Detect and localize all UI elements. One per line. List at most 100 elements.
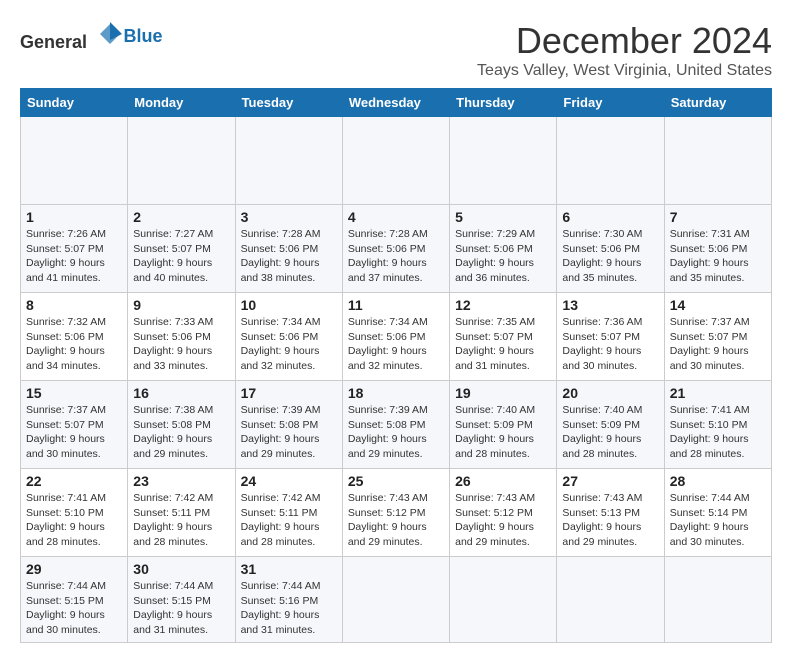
- header-monday: Monday: [128, 89, 235, 117]
- day-number: 3: [241, 209, 337, 225]
- day-number: 17: [241, 385, 337, 401]
- day-info: Sunrise: 7:27 AMSunset: 5:07 PMDaylight:…: [133, 227, 229, 286]
- day-number: 30: [133, 561, 229, 577]
- day-number: 11: [348, 297, 444, 313]
- day-info: Sunrise: 7:29 AMSunset: 5:06 PMDaylight:…: [455, 227, 551, 286]
- day-info: Sunrise: 7:44 AMSunset: 5:14 PMDaylight:…: [670, 491, 766, 550]
- day-number: 2: [133, 209, 229, 225]
- day-number: 18: [348, 385, 444, 401]
- location-title: Teays Valley, West Virginia, United Stat…: [477, 62, 772, 80]
- day-info: Sunrise: 7:44 AMSunset: 5:15 PMDaylight:…: [133, 579, 229, 638]
- header-tuesday: Tuesday: [235, 89, 342, 117]
- calendar-cell: 20 Sunrise: 7:40 AMSunset: 5:09 PMDayligh…: [557, 381, 664, 469]
- day-number: 4: [348, 209, 444, 225]
- day-number: 13: [562, 297, 658, 313]
- day-info: Sunrise: 7:41 AMSunset: 5:10 PMDaylight:…: [670, 403, 766, 462]
- day-number: 29: [26, 561, 122, 577]
- day-info: Sunrise: 7:38 AMSunset: 5:08 PMDaylight:…: [133, 403, 229, 462]
- calendar-cell: 26Sunrise: 7:43 AMSunset: 5:12 PMDayligh…: [450, 469, 557, 557]
- day-info: Sunrise: 7:35 AMSunset: 5:07 PMDaylight:…: [455, 315, 551, 374]
- calendar-cell: 22 Sunrise: 7:41 AMSunset: 5:10 PMDayligh…: [21, 469, 128, 557]
- calendar-cell: 17 Sunrise: 7:39 AMSunset: 5:08 PMDayligh…: [235, 381, 342, 469]
- day-number: 31: [241, 561, 337, 577]
- calendar-cell: 30 Sunrise: 7:44 AMSunset: 5:15 PMDayligh…: [128, 557, 235, 643]
- day-number: 9: [133, 297, 229, 313]
- day-info: Sunrise: 7:41 AMSunset: 5:10 PMDaylight:…: [26, 491, 122, 550]
- calendar-week-row: 8 Sunrise: 7:32 AMSunset: 5:06 PMDaylight…: [21, 293, 772, 381]
- day-info: Sunrise: 7:40 AMSunset: 5:09 PMDaylight:…: [562, 403, 658, 462]
- day-info: Sunrise: 7:42 AMSunset: 5:11 PMDaylight:…: [241, 491, 337, 550]
- calendar-cell: [450, 117, 557, 205]
- day-info: Sunrise: 7:26 AMSunset: 5:07 PMDaylight:…: [26, 227, 122, 286]
- day-number: 20: [562, 385, 658, 401]
- day-number: 1: [26, 209, 122, 225]
- calendar-cell: [342, 117, 449, 205]
- day-number: 23: [133, 473, 229, 489]
- day-number: 25: [348, 473, 444, 489]
- month-title: December 2024: [477, 20, 772, 62]
- calendar-cell: 29Sunrise: 7:44 AMSunset: 5:15 PMDayligh…: [21, 557, 128, 643]
- day-number: 5: [455, 209, 551, 225]
- calendar-cell: 15 Sunrise: 7:37 AMSunset: 5:07 PMDayligh…: [21, 381, 128, 469]
- calendar-header-row: SundayMondayTuesdayWednesdayThursdayFrid…: [21, 89, 772, 117]
- header-sunday: Sunday: [21, 89, 128, 117]
- day-number: 22: [26, 473, 122, 489]
- day-info: Sunrise: 7:43 AMSunset: 5:12 PMDaylight:…: [455, 491, 551, 550]
- day-info: Sunrise: 7:37 AMSunset: 5:07 PMDaylight:…: [670, 315, 766, 374]
- day-number: 15: [26, 385, 122, 401]
- day-number: 28: [670, 473, 766, 489]
- header-thursday: Thursday: [450, 89, 557, 117]
- calendar-table: SundayMondayTuesdayWednesdayThursdayFrid…: [20, 88, 772, 643]
- day-info: Sunrise: 7:30 AMSunset: 5:06 PMDaylight:…: [562, 227, 658, 286]
- calendar-cell: 25 Sunrise: 7:43 AMSunset: 5:12 PMDayligh…: [342, 469, 449, 557]
- calendar-cell: 13Sunrise: 7:36 AMSunset: 5:07 PMDayligh…: [557, 293, 664, 381]
- day-number: 8: [26, 297, 122, 313]
- calendar-cell: 6Sunrise: 7:30 AMSunset: 5:06 PMDaylight…: [557, 205, 664, 293]
- day-number: 10: [241, 297, 337, 313]
- day-info: Sunrise: 7:42 AMSunset: 5:11 PMDaylight:…: [133, 491, 229, 550]
- calendar-cell: 2 Sunrise: 7:27 AMSunset: 5:07 PMDaylight…: [128, 205, 235, 293]
- calendar-week-row: 22 Sunrise: 7:41 AMSunset: 5:10 PMDayligh…: [21, 469, 772, 557]
- page-header: General Blue December 2024 Teays Valley,…: [20, 20, 772, 80]
- calendar-cell: [21, 117, 128, 205]
- day-number: 14: [670, 297, 766, 313]
- calendar-cell: 10Sunrise: 7:34 AMSunset: 5:06 PMDayligh…: [235, 293, 342, 381]
- calendar-cell: 21 Sunrise: 7:41 AMSunset: 5:10 PMDayligh…: [664, 381, 771, 469]
- calendar-cell: 5 Sunrise: 7:29 AMSunset: 5:06 PMDaylight…: [450, 205, 557, 293]
- calendar-week-row: [21, 117, 772, 205]
- calendar-cell: 18Sunrise: 7:39 AMSunset: 5:08 PMDayligh…: [342, 381, 449, 469]
- logo-general: General: [20, 32, 87, 52]
- calendar-cell: 3Sunrise: 7:28 AMSunset: 5:06 PMDaylight…: [235, 205, 342, 293]
- day-number: 7: [670, 209, 766, 225]
- calendar-week-row: 1 Sunrise: 7:26 AMSunset: 5:07 PMDaylight…: [21, 205, 772, 293]
- calendar-cell: 14 Sunrise: 7:37 AMSunset: 5:07 PMDayligh…: [664, 293, 771, 381]
- day-info: Sunrise: 7:43 AMSunset: 5:13 PMDaylight:…: [562, 491, 658, 550]
- day-number: 16: [133, 385, 229, 401]
- calendar-cell: 19Sunrise: 7:40 AMSunset: 5:09 PMDayligh…: [450, 381, 557, 469]
- day-info: Sunrise: 7:39 AMSunset: 5:08 PMDaylight:…: [241, 403, 337, 462]
- calendar-cell: 7 Sunrise: 7:31 AMSunset: 5:06 PMDaylight…: [664, 205, 771, 293]
- day-number: 21: [670, 385, 766, 401]
- day-info: Sunrise: 7:44 AMSunset: 5:16 PMDaylight:…: [241, 579, 337, 638]
- calendar-cell: [664, 557, 771, 643]
- calendar-cell: 12Sunrise: 7:35 AMSunset: 5:07 PMDayligh…: [450, 293, 557, 381]
- calendar-cell: 8 Sunrise: 7:32 AMSunset: 5:06 PMDaylight…: [21, 293, 128, 381]
- day-info: Sunrise: 7:43 AMSunset: 5:12 PMDaylight:…: [348, 491, 444, 550]
- calendar-cell: 27Sunrise: 7:43 AMSunset: 5:13 PMDayligh…: [557, 469, 664, 557]
- day-info: Sunrise: 7:32 AMSunset: 5:06 PMDaylight:…: [26, 315, 122, 374]
- header-wednesday: Wednesday: [342, 89, 449, 117]
- calendar-cell: 1 Sunrise: 7:26 AMSunset: 5:07 PMDaylight…: [21, 205, 128, 293]
- calendar-cell: [235, 117, 342, 205]
- day-info: Sunrise: 7:40 AMSunset: 5:09 PMDaylight:…: [455, 403, 551, 462]
- calendar-cell: [128, 117, 235, 205]
- day-info: Sunrise: 7:31 AMSunset: 5:06 PMDaylight:…: [670, 227, 766, 286]
- calendar-cell: 4Sunrise: 7:28 AMSunset: 5:06 PMDaylight…: [342, 205, 449, 293]
- calendar-cell: [557, 557, 664, 643]
- day-info: Sunrise: 7:37 AMSunset: 5:07 PMDaylight:…: [26, 403, 122, 462]
- calendar-cell: 23 Sunrise: 7:42 AMSunset: 5:11 PMDayligh…: [128, 469, 235, 557]
- day-info: Sunrise: 7:34 AMSunset: 5:06 PMDaylight:…: [348, 315, 444, 374]
- calendar-week-row: 29 Sunrise: 7:44 AMSunset: 5:15 PMDayligh…: [21, 557, 772, 643]
- calendar-cell: 16 Sunrise: 7:38 AMSunset: 5:08 PMDayligh…: [128, 381, 235, 469]
- header-friday: Friday: [557, 89, 664, 117]
- logo-icon: [96, 20, 124, 48]
